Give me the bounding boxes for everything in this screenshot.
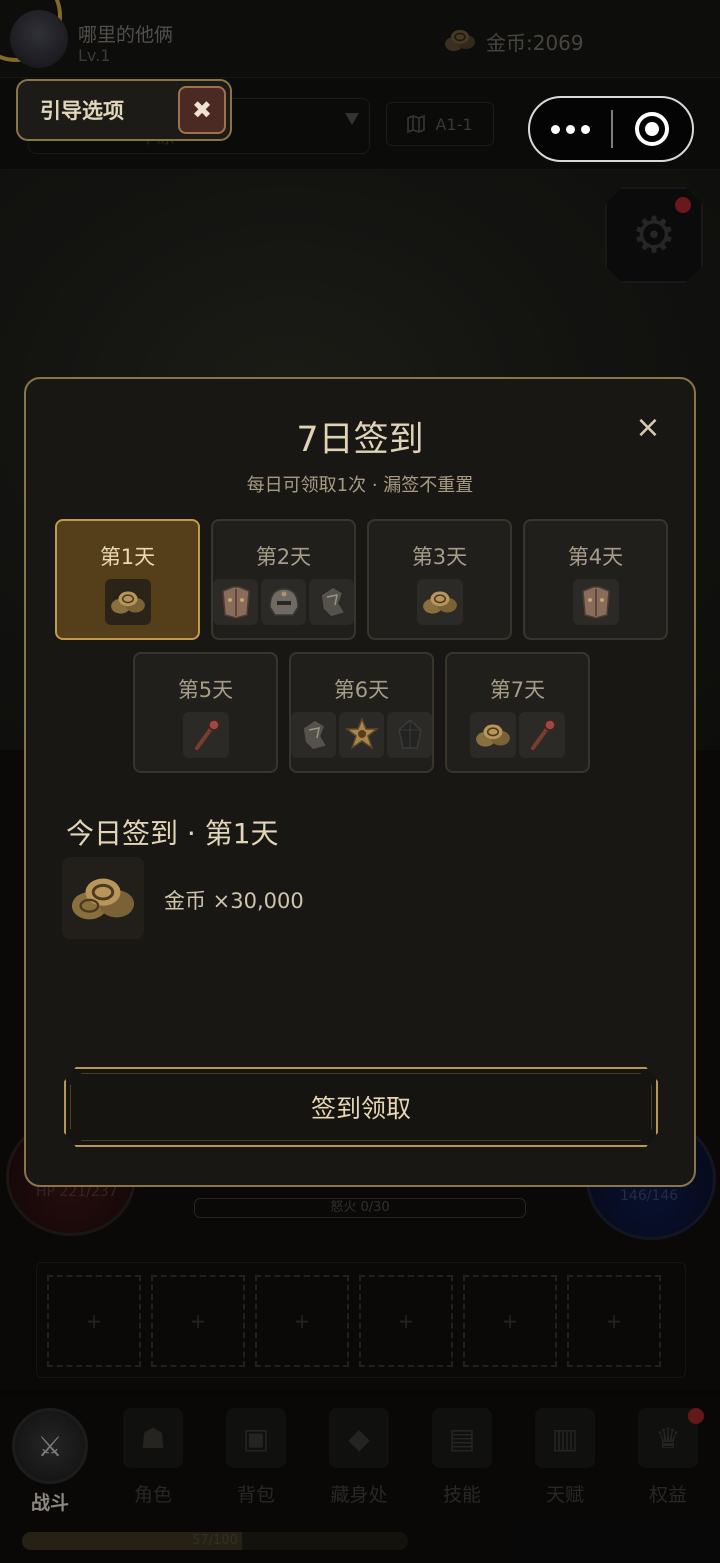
day-label: 第2天 xyxy=(255,545,312,569)
miniprogram-capsule xyxy=(528,96,694,162)
today-title: 今日签到 · 第1天 xyxy=(66,817,279,850)
day-rewards xyxy=(525,579,666,625)
wand-icon xyxy=(182,712,229,758)
day-rewards xyxy=(135,712,276,758)
gold-coins-icon xyxy=(416,579,463,625)
armor-chest-icon xyxy=(213,579,258,625)
day-card[interactable]: 第4天 xyxy=(523,519,668,640)
day-rewards xyxy=(447,712,588,758)
guide-options-label: 引导选项 xyxy=(40,99,124,123)
claim-button-label: 签到领取 xyxy=(310,1094,411,1123)
close-icon[interactable]: ✖ xyxy=(178,86,226,134)
amulet-icon xyxy=(339,712,384,758)
checkin-modal: 7日签到 × 每日可领取1次 · 漏签不重置 第1天 第2天 第3天 第4天第5天 第6… xyxy=(24,377,696,1187)
more-dots-icon[interactable] xyxy=(530,124,611,134)
gold-coins-icon xyxy=(71,878,135,920)
modal-title: 7日签到 xyxy=(296,420,424,460)
day-label: 第6天 xyxy=(333,678,390,702)
claim-button[interactable]: 签到领取 xyxy=(64,1067,658,1147)
modal-subtitle: 每日可领取1次 · 漏签不重置 xyxy=(246,475,474,496)
reward-text: 金币 ×30,000 xyxy=(164,889,304,913)
day-label: 第5天 xyxy=(177,678,234,702)
gold-coins-icon xyxy=(104,579,151,625)
day-rewards xyxy=(213,579,354,625)
gold-coins-icon xyxy=(470,712,516,758)
gauntlet-icon xyxy=(291,712,336,758)
dark-gem-icon xyxy=(387,712,432,758)
armor-chest-icon xyxy=(572,579,619,625)
gauntlet-icon xyxy=(309,579,354,625)
day-label: 第3天 xyxy=(411,545,468,569)
day-label: 第4天 xyxy=(567,545,624,569)
day-rewards xyxy=(291,712,432,758)
day-label: 第7天 xyxy=(489,678,546,702)
helmet-icon xyxy=(261,579,306,625)
guide-options-button[interactable]: 引导选项 ✖ xyxy=(16,79,232,141)
reward-item xyxy=(62,857,144,939)
day-card[interactable]: 第7天 xyxy=(445,652,590,773)
day-card[interactable]: 第2天 xyxy=(211,519,356,640)
day-rewards xyxy=(57,579,198,625)
close-target-icon[interactable] xyxy=(613,112,692,146)
day-card[interactable]: 第6天 xyxy=(289,652,434,773)
close-icon[interactable]: × xyxy=(634,413,662,443)
day-card[interactable]: 第3天 xyxy=(367,519,512,640)
day-card[interactable]: 第5天 xyxy=(133,652,278,773)
day-label: 第1天 xyxy=(99,545,156,569)
day-card[interactable]: 第1天 xyxy=(55,519,200,640)
wand-icon xyxy=(519,712,565,758)
day-rewards xyxy=(369,579,510,625)
